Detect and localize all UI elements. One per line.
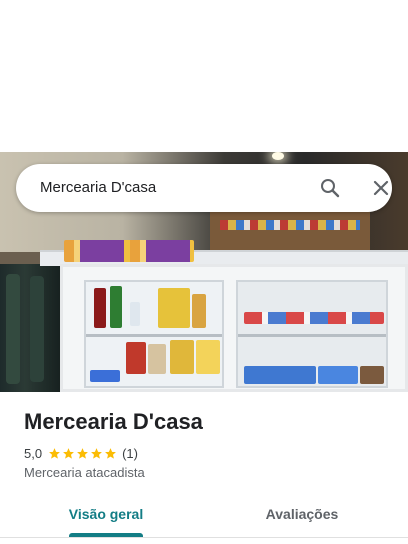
rating-value: 5,0: [24, 445, 43, 461]
review-count[interactable]: (1): [122, 446, 138, 461]
tab-overview[interactable]: Visão geral: [56, 496, 156, 537]
photo-product: [360, 366, 384, 384]
star-icon: [105, 447, 116, 459]
photo-product: [130, 302, 140, 326]
photo-product: [192, 294, 206, 328]
photo-product: [126, 342, 146, 374]
blank-area: [0, 0, 408, 152]
photo-product: [148, 344, 166, 374]
tab-reviews[interactable]: Avaliações: [252, 496, 352, 537]
photo-product: [196, 340, 220, 374]
close-icon[interactable]: [369, 176, 393, 200]
photo-product: [244, 366, 316, 384]
star-icon: [63, 447, 74, 459]
active-tab-indicator: [69, 533, 143, 537]
photo-back-shelf: [210, 212, 370, 252]
photo-glass-right: [236, 280, 388, 388]
star-rating: [48, 447, 118, 460]
photo-product: [170, 340, 194, 374]
search-icon[interactable]: [318, 176, 342, 200]
search-bar[interactable]: Mercearia D'casa: [16, 164, 392, 212]
photo-jars: [64, 240, 194, 262]
photo-glass-shelf: [238, 334, 386, 337]
star-icon: [91, 447, 102, 459]
star-icon: [49, 447, 60, 459]
photo-ceiling-light: [272, 152, 284, 160]
photo-product: [110, 286, 122, 328]
photo-glass-shelf: [86, 334, 222, 337]
photo-product: [318, 366, 358, 384]
search-input[interactable]: Mercearia D'casa: [40, 164, 156, 212]
rating-row[interactable]: 5,0 (1): [24, 445, 138, 461]
photo-product: [244, 312, 384, 324]
tab-bar: Visão geral Avaliações: [0, 496, 408, 538]
photo-glass-left: [84, 280, 224, 388]
photo-product: [90, 370, 120, 382]
star-icon: [77, 447, 88, 459]
place-title: Mercearia D'casa: [24, 409, 203, 434]
photo-product: [94, 288, 106, 328]
photo-bags: [0, 264, 62, 392]
photo-product: [158, 288, 190, 328]
place-category: Mercearia atacadista: [24, 465, 145, 480]
